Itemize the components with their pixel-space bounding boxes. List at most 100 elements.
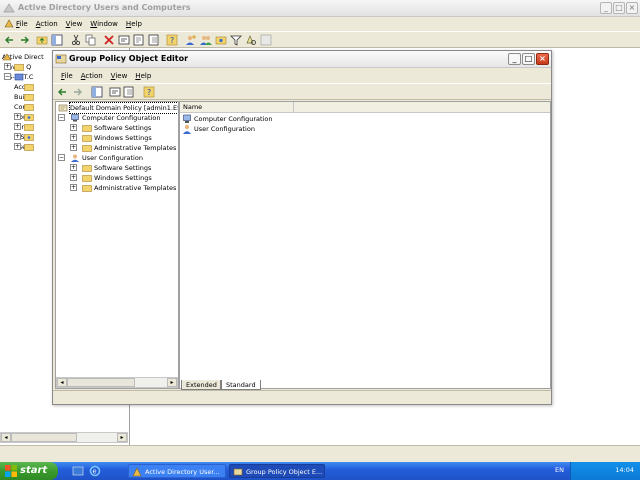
gpo-menu-help[interactable]: Help: [131, 71, 155, 81]
gpo-minimize-button[interactable]: _: [508, 53, 521, 65]
expand-icon[interactable]: +: [70, 144, 77, 151]
task-group-policy[interactable]: Group Policy Object E...: [229, 464, 325, 478]
gpo-tree-root[interactable]: Default Domain Policy [admin1.ES-N: [58, 102, 178, 114]
expand-icon[interactable]: +: [4, 63, 11, 70]
expand-icon[interactable]: +: [70, 134, 77, 141]
gpo-menu-view[interactable]: View: [107, 71, 132, 81]
column-header-name[interactable]: Name: [180, 102, 294, 113]
delete-icon[interactable]: [103, 34, 115, 46]
ad-close-button[interactable]: ×: [626, 2, 638, 14]
expand-icon[interactable]: +: [14, 113, 21, 120]
help-icon[interactable]: ?: [166, 34, 178, 46]
folder-icon: [82, 165, 92, 172]
expand-icon[interactable]: +: [70, 174, 77, 181]
scroll-thumb[interactable]: [67, 378, 135, 387]
filter-icon[interactable]: [230, 34, 242, 46]
folder-icon: [14, 64, 24, 71]
ad-menu-file[interactable]: File: [12, 19, 32, 29]
ad-titlebar[interactable]: Active Directory Users and Computers _ □…: [0, 0, 640, 17]
expand-icon[interactable]: +: [14, 143, 21, 150]
scroll-right-arrow-icon[interactable]: ▸: [167, 378, 177, 387]
folder-icon: [82, 175, 92, 182]
ad-tree-item[interactable]: Active Direct: [2, 52, 44, 62]
back-arrow-icon[interactable]: [57, 86, 69, 98]
ad-tree-item[interactable]: Built: [14, 92, 34, 102]
ad-tree-item[interactable]: + Saved Q: [4, 62, 31, 72]
refresh-icon[interactable]: [133, 34, 145, 46]
help-icon[interactable]: ?: [143, 86, 155, 98]
find-icon[interactable]: [245, 34, 257, 46]
tab-extended[interactable]: Extended: [181, 380, 221, 390]
collapse-icon[interactable]: −: [4, 73, 11, 80]
gpo-maximize-button[interactable]: □: [522, 53, 535, 65]
ad-tree-item[interactable]: + Dom: [14, 112, 34, 122]
clock[interactable]: 14:04: [615, 466, 634, 474]
scroll-thumb[interactable]: [11, 433, 77, 442]
ad-tree-item[interactable]: + Fore: [14, 122, 34, 132]
task-active-directory[interactable]: Active Directory User...: [128, 464, 226, 478]
properties-icon[interactable]: [118, 34, 130, 46]
ad-tree-item[interactable]: Acco: [14, 82, 34, 92]
gpo-titlebar[interactable]: Group Policy Object Editor _ □ ×: [53, 51, 551, 68]
ad-tree-item[interactable]: + RISc: [14, 132, 34, 142]
ad-maximize-button[interactable]: □: [613, 2, 625, 14]
gpo-status-bar: [53, 390, 551, 404]
system-tray: EN 14:04: [555, 462, 640, 480]
taskbar: start e Active Directory User... Group P…: [0, 462, 640, 480]
folder-icon: [82, 125, 92, 132]
scroll-left-arrow-icon[interactable]: ◂: [57, 378, 67, 387]
start-button[interactable]: start: [0, 462, 58, 480]
ad-tree-item[interactable]: − ES-NET.C: [4, 72, 33, 82]
ad-tree-hscrollbar[interactable]: ◂ ▸: [0, 432, 128, 443]
new-group-icon[interactable]: [200, 34, 212, 46]
language-indicator[interactable]: EN: [555, 466, 564, 474]
up-folder-icon[interactable]: [36, 34, 48, 46]
add-to-group-icon[interactable]: [260, 34, 272, 46]
properties-icon[interactable]: [109, 86, 121, 98]
show-hide-tree-icon[interactable]: [91, 86, 103, 98]
svg-text:e: e: [93, 468, 97, 476]
internet-explorer-icon[interactable]: e: [89, 465, 101, 477]
back-arrow-icon[interactable]: [4, 34, 16, 46]
expand-icon[interactable]: +: [70, 164, 77, 171]
ou-folder-icon: [24, 114, 34, 121]
cut-icon[interactable]: [70, 34, 82, 46]
new-user-icon[interactable]: [185, 34, 197, 46]
ad-tree-item[interactable]: + User: [14, 142, 34, 152]
tab-standard[interactable]: Standard: [221, 380, 261, 390]
user-icon: [183, 124, 191, 134]
show-hide-tree-icon[interactable]: [51, 34, 63, 46]
collapse-icon[interactable]: −: [58, 114, 65, 121]
gpo-menu-file[interactable]: File: [57, 71, 77, 81]
export-list-icon[interactable]: [148, 34, 160, 46]
ad-minimize-button[interactable]: _: [600, 2, 612, 14]
copy-icon[interactable]: [85, 34, 97, 46]
export-list-icon[interactable]: [123, 86, 135, 98]
gpo-tree-hscrollbar[interactable]: ◂ ▸: [56, 377, 178, 388]
scroll-right-arrow-icon[interactable]: ▸: [117, 433, 127, 442]
ad-tree-item[interactable]: Comp: [14, 102, 34, 112]
forward-arrow-icon[interactable]: [18, 34, 30, 46]
folder-icon: [24, 124, 34, 131]
user-icon: [71, 154, 79, 162]
collapse-icon[interactable]: −: [58, 154, 65, 161]
ad-app-icon: [3, 3, 15, 13]
expand-icon[interactable]: +: [70, 184, 77, 191]
new-ou-icon[interactable]: [215, 34, 227, 46]
expand-icon[interactable]: +: [14, 123, 21, 130]
forward-arrow-icon[interactable]: [71, 86, 83, 98]
ad-menu-view[interactable]: View: [62, 19, 87, 29]
gpo-menu-action[interactable]: Action: [77, 71, 107, 81]
gpo-close-button[interactable]: ×: [536, 53, 549, 65]
ad-menu-action[interactable]: Action: [32, 19, 62, 29]
gpo-task-icon: [233, 468, 243, 476]
gpo-window-title: Group Policy Object Editor: [69, 54, 189, 63]
computer-icon: [71, 114, 79, 122]
scroll-left-arrow-icon[interactable]: ◂: [1, 433, 11, 442]
ad-menu-window[interactable]: Window: [86, 19, 122, 29]
ad-menu-help[interactable]: Help: [122, 19, 146, 29]
show-desktop-icon[interactable]: [72, 465, 84, 477]
expand-icon[interactable]: +: [70, 124, 77, 131]
expand-icon[interactable]: +: [14, 133, 21, 140]
ou-folder-icon: [24, 134, 34, 141]
